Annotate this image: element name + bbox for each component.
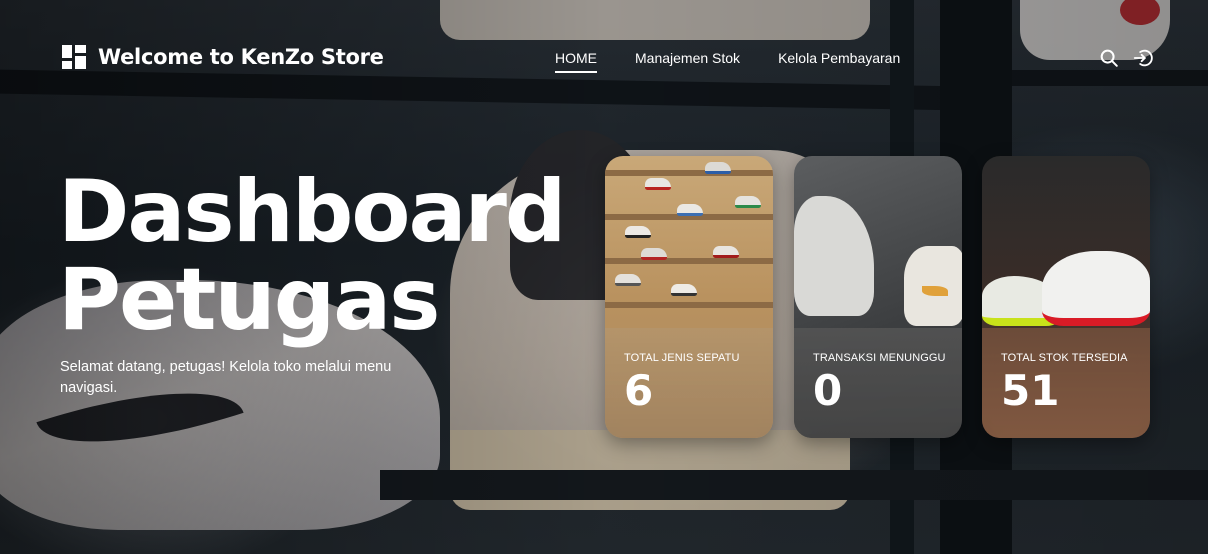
page-subtitle: Selamat datang, petugas! Kelola toko mel… — [60, 359, 392, 396]
nav-item-kelola-pembayaran[interactable]: Kelola Pembayaran — [778, 50, 900, 73]
stat-card-transaksi-menunggu[interactable]: TRANSAKSI MENUNGGU 0 — [794, 156, 962, 438]
header-actions — [1086, 47, 1154, 69]
stat-card-value: 6 — [624, 366, 654, 415]
brand[interactable]: Welcome to KenZo Store — [62, 45, 384, 69]
page-title-line-1: Dashboard — [58, 162, 566, 262]
page-title-line-2: Petugas — [58, 250, 440, 350]
stat-card-value: 51 — [1001, 366, 1060, 415]
nav-item-home[interactable]: HOME — [555, 50, 597, 73]
nav-item-manajemen-stok[interactable]: Manajemen Stok — [635, 50, 740, 73]
main-nav: HOME Manajemen Stok Kelola Pembayaran — [555, 50, 938, 73]
stat-card-total-stok-tersedia[interactable]: TOTAL STOK TERSEDIA 51 — [982, 156, 1150, 438]
dashboard-grid-icon — [62, 45, 86, 69]
stat-card-total-jenis-sepatu[interactable]: TOTAL JENIS SEPATU 6 — [605, 156, 773, 438]
search-icon[interactable] — [1098, 47, 1120, 69]
logout-icon[interactable] — [1132, 47, 1154, 69]
stat-card-label: TOTAL STOK TERSEDIA — [1001, 352, 1128, 364]
brand-title: Welcome to KenZo Store — [98, 45, 384, 69]
stat-card-value: 0 — [813, 366, 843, 415]
stat-card-label: TRANSAKSI MENUNGGU — [813, 352, 946, 364]
page-title: Dashboard Petugas — [58, 168, 578, 344]
stat-card-label: TOTAL JENIS SEPATU — [624, 352, 740, 364]
top-navbar: Welcome to KenZo Store HOME Manajemen St… — [0, 0, 1208, 116]
